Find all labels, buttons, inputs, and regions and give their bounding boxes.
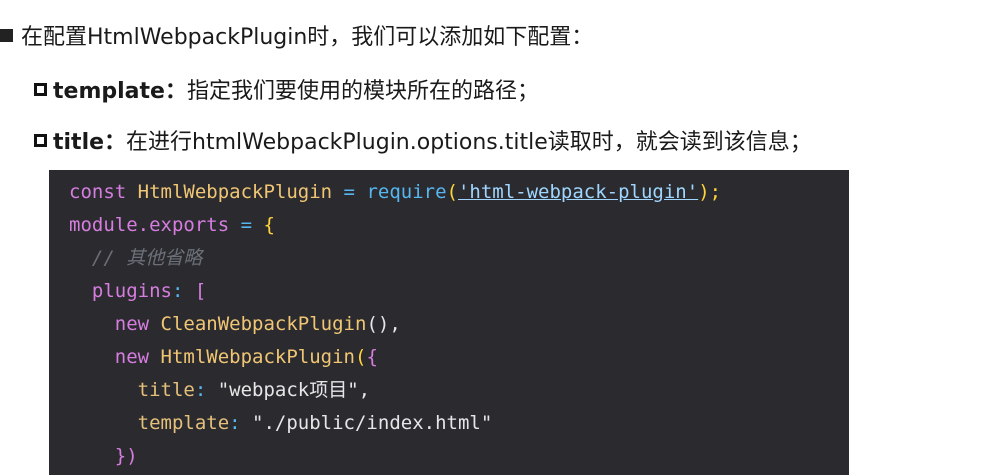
intro-text: 在配置HtmlWebpackPlugin时，我们可以添加如下配置： (21, 25, 594, 50)
code-token: ); (698, 181, 722, 203)
code-token: title (137, 379, 195, 401)
code-token: { (366, 346, 378, 368)
code-token: : (194, 379, 218, 401)
code-block: const HtmlWebpackPlugin = require('html-… (49, 170, 849, 475)
code-token: = (343, 181, 355, 203)
title-line: title： 在进行htmlWebpackPlugin.options.titl… (34, 124, 812, 156)
template-line: template： 指定我们要使用的模块所在的路径； (34, 73, 539, 105)
code-token: : (229, 412, 253, 434)
title-key: title： (53, 130, 127, 155)
code-token: HtmlWebpackPlugin (126, 181, 344, 203)
code-line-9: }) (69, 440, 138, 473)
code-token: new (114, 346, 150, 368)
code-line-4: plugins: [ (69, 275, 206, 308)
filled-square-bullet-icon (0, 28, 13, 42)
code-token: : (171, 280, 195, 302)
code-token: template (137, 412, 230, 434)
code-token: plugins (91, 280, 172, 302)
code-line-2: module.exports = { (69, 209, 275, 242)
code-token: = (229, 214, 264, 236)
code-line-1: const HtmlWebpackPlugin = require('html-… (69, 176, 721, 209)
title-desc: 在进行htmlWebpackPlugin.options.title读取时，就会… (126, 130, 812, 155)
code-line-5: new CleanWebpackPlugin(), (69, 308, 401, 341)
code-token: module.exports (69, 214, 230, 236)
intro-line: 在配置HtmlWebpackPlugin时，我们可以添加如下配置： (0, 19, 593, 51)
code-token: { (263, 214, 275, 236)
template-key: template： (53, 79, 187, 104)
code-line-3: // 其他省略 (69, 242, 202, 275)
code-token: ( (446, 181, 458, 203)
code-token: CleanWebpackPlugin (149, 313, 367, 335)
code-comment: // 其他省略 (91, 247, 203, 269)
code-string-link[interactable]: 'html-webpack-plugin' (458, 181, 698, 203)
code-token: const (69, 181, 127, 203)
code-line-6: new HtmlWebpackPlugin({ (69, 341, 378, 374)
code-line-8: template: "./public/index.html" (69, 407, 493, 440)
code-line-7: title: "webpack项目", (69, 374, 370, 407)
code-token: HtmlWebpackPlugin (149, 346, 355, 368)
code-token: }) (114, 445, 138, 467)
template-desc: 指定我们要使用的模块所在的路径； (186, 79, 539, 104)
code-string: "./public/index.html" (252, 412, 493, 434)
code-token: (), (366, 313, 401, 335)
empty-square-bullet-icon (34, 133, 47, 147)
empty-square-bullet-icon (34, 82, 47, 96)
code-token: new (114, 313, 150, 335)
code-token: [ (194, 280, 207, 302)
code-token: require (355, 181, 447, 203)
code-token: ( (355, 346, 367, 368)
code-string: "webpack项目", (217, 379, 371, 401)
